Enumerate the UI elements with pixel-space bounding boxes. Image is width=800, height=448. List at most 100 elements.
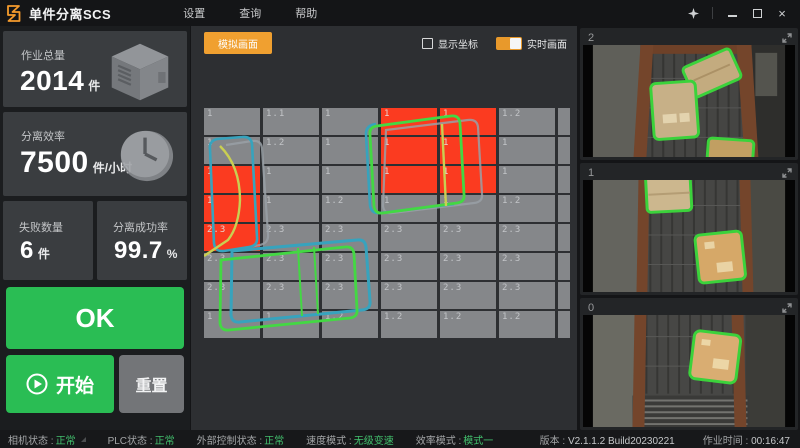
grid-cell bbox=[558, 195, 570, 222]
grid-cell bbox=[558, 137, 570, 164]
show-coords-label: 显示坐标 bbox=[438, 36, 478, 51]
grid-cell: 1 bbox=[322, 108, 378, 135]
grid-cell: 1 bbox=[204, 137, 260, 164]
clock-icon bbox=[117, 126, 175, 184]
grid-cell: 1 bbox=[381, 195, 437, 222]
reset-button[interactable]: 重置 bbox=[119, 355, 184, 413]
show-coords-checkbox[interactable] bbox=[422, 38, 433, 49]
menu-item-1[interactable]: 查询 bbox=[239, 5, 261, 21]
maximize-button[interactable] bbox=[749, 5, 765, 21]
stat-card-total-jobs: 作业总量 2014件 bbox=[3, 31, 187, 107]
live-view-control[interactable]: 实时画面 bbox=[496, 36, 567, 51]
app-logo-icon bbox=[6, 5, 23, 22]
box-icon bbox=[107, 41, 173, 103]
grid-cell: 1.2 bbox=[322, 195, 378, 222]
grid-cell: 1 bbox=[204, 108, 260, 135]
start-button-label: 开始 bbox=[56, 371, 94, 398]
grid-cell: 1 bbox=[499, 166, 555, 193]
grid-cell: 1.2 bbox=[499, 195, 555, 222]
grid-cell: 1 bbox=[381, 166, 437, 193]
grid-cell: 1 bbox=[440, 166, 496, 193]
grid-cell: 1 bbox=[499, 137, 555, 164]
grid-cell: 2.3 bbox=[381, 253, 437, 280]
status-item-1: PLC状态 : 正常 bbox=[108, 432, 175, 447]
expand-icon[interactable] bbox=[782, 303, 795, 313]
grid-cell: 2.3 bbox=[322, 282, 378, 309]
stats-sidebar: 作业总量 2014件 分离效率 7500 bbox=[0, 26, 190, 430]
window-controls-divider bbox=[712, 7, 713, 19]
grid-cell: 1 bbox=[263, 166, 319, 193]
stat-label: 失败数量 bbox=[3, 201, 93, 237]
grid-cell: 1 bbox=[204, 311, 260, 338]
stat-half-row: 失败数量 6件 分离成功率 99.7% bbox=[3, 201, 187, 280]
status-item-2: 外部控制状态 : 正常 bbox=[197, 432, 285, 447]
grid-cell: 2.3 bbox=[440, 253, 496, 280]
grid-cell: 1.2 bbox=[499, 311, 555, 338]
app-window: 单件分离SCS 设置 查询 帮助 × 作业总量 2014件 bbox=[0, 0, 800, 448]
status-bar: 相机状态 : 正常PLC状态 : 正常外部控制状态 : 正常速度模式 : 无级变… bbox=[0, 430, 800, 448]
grid-cell: 1.2 bbox=[263, 137, 319, 164]
camera-panel-2: 2 bbox=[580, 28, 798, 160]
simulation-header: 模拟画面 显示坐标 实时画面 bbox=[191, 26, 577, 56]
grid-cell: 2.3 bbox=[263, 253, 319, 280]
status-item-4: 效率模式 : 模式一 bbox=[416, 432, 494, 447]
grid-cell: 1.2 bbox=[440, 311, 496, 338]
grid-cell bbox=[558, 224, 570, 251]
version-info: 版本 : V2.1.1.2 Build20230221 bbox=[540, 432, 675, 447]
grid-cell: 2.3 bbox=[381, 282, 437, 309]
sim-view-button[interactable]: 模拟画面 bbox=[204, 32, 272, 54]
start-button[interactable]: 开始 bbox=[6, 355, 114, 413]
grid-cell: 1 bbox=[440, 137, 496, 164]
camera-id-label: 0 bbox=[583, 302, 594, 314]
grid-cell: 2.3 bbox=[204, 282, 260, 309]
camera-photo bbox=[583, 315, 795, 427]
grid-cell: 1 bbox=[322, 166, 378, 193]
job-time: 作业时间 : 00:16:47 bbox=[703, 432, 790, 447]
menu-bar: 设置 查询 帮助 bbox=[183, 5, 317, 21]
status-items: 相机状态 : 正常PLC状态 : 正常外部控制状态 : 正常速度模式 : 无级变… bbox=[8, 432, 515, 447]
menu-item-2[interactable]: 帮助 bbox=[295, 5, 317, 21]
grid-cell: 1.1 bbox=[263, 108, 319, 135]
camera-id-label: 2 bbox=[583, 32, 594, 44]
grid-cell: 2.3 bbox=[440, 224, 496, 251]
minimize-button[interactable] bbox=[724, 5, 740, 21]
grid-cell bbox=[558, 166, 570, 193]
camera-photo bbox=[583, 45, 795, 157]
grid-cell: 1 bbox=[381, 137, 437, 164]
stat-label: 分离成功率 bbox=[97, 201, 187, 237]
camera-panel-1: 1 bbox=[580, 163, 798, 295]
grid-cell: 2.3 bbox=[263, 282, 319, 309]
grid-cell: 1 bbox=[440, 108, 496, 135]
grid-cell: 1 bbox=[263, 311, 319, 338]
grid-cell: 2.3 bbox=[499, 282, 555, 309]
simulation-panel: 模拟画面 显示坐标 实时画面 11.11111.211.211111111111… bbox=[191, 26, 577, 430]
grid-cell: 1 bbox=[263, 195, 319, 222]
window-controls: × bbox=[685, 5, 800, 21]
camera-status-dropdown-icon[interactable] bbox=[81, 437, 86, 442]
grid-cell: 2.3 bbox=[499, 224, 555, 251]
ok-button[interactable]: OK bbox=[6, 287, 184, 349]
camera-panel-0: 0 bbox=[580, 298, 798, 430]
pin-icon[interactable] bbox=[685, 5, 701, 21]
grid-cell: 2.3 bbox=[204, 253, 260, 280]
grid-cell: 1 bbox=[204, 166, 260, 193]
grid-cell: 1 bbox=[204, 195, 260, 222]
menu-item-0[interactable]: 设置 bbox=[183, 5, 205, 21]
grid-cell: 1 bbox=[381, 108, 437, 135]
close-button[interactable]: × bbox=[774, 5, 790, 21]
expand-icon[interactable] bbox=[782, 33, 795, 43]
grid-cell bbox=[558, 282, 570, 309]
camera-id-label: 1 bbox=[583, 167, 594, 179]
grid-cell: 1.2 bbox=[499, 108, 555, 135]
expand-icon[interactable] bbox=[782, 168, 795, 178]
app-title: 单件分离SCS bbox=[29, 4, 111, 23]
live-view-label: 实时画面 bbox=[527, 36, 567, 51]
grid-cell: 1.2 bbox=[322, 311, 378, 338]
live-view-toggle[interactable] bbox=[496, 37, 522, 50]
status-item-0: 相机状态 : 正常 bbox=[8, 432, 86, 447]
separation-grid: 11.11111.211.21111111111111.2111.22.32.3… bbox=[204, 108, 570, 340]
title-bar: 单件分离SCS 设置 查询 帮助 × bbox=[0, 0, 800, 26]
status-right: 版本 : V2.1.1.2 Build20230221 作业时间 : 00:16… bbox=[540, 432, 790, 447]
show-coords-control[interactable]: 显示坐标 bbox=[422, 36, 478, 51]
grid-cell: 2.3 bbox=[263, 224, 319, 251]
